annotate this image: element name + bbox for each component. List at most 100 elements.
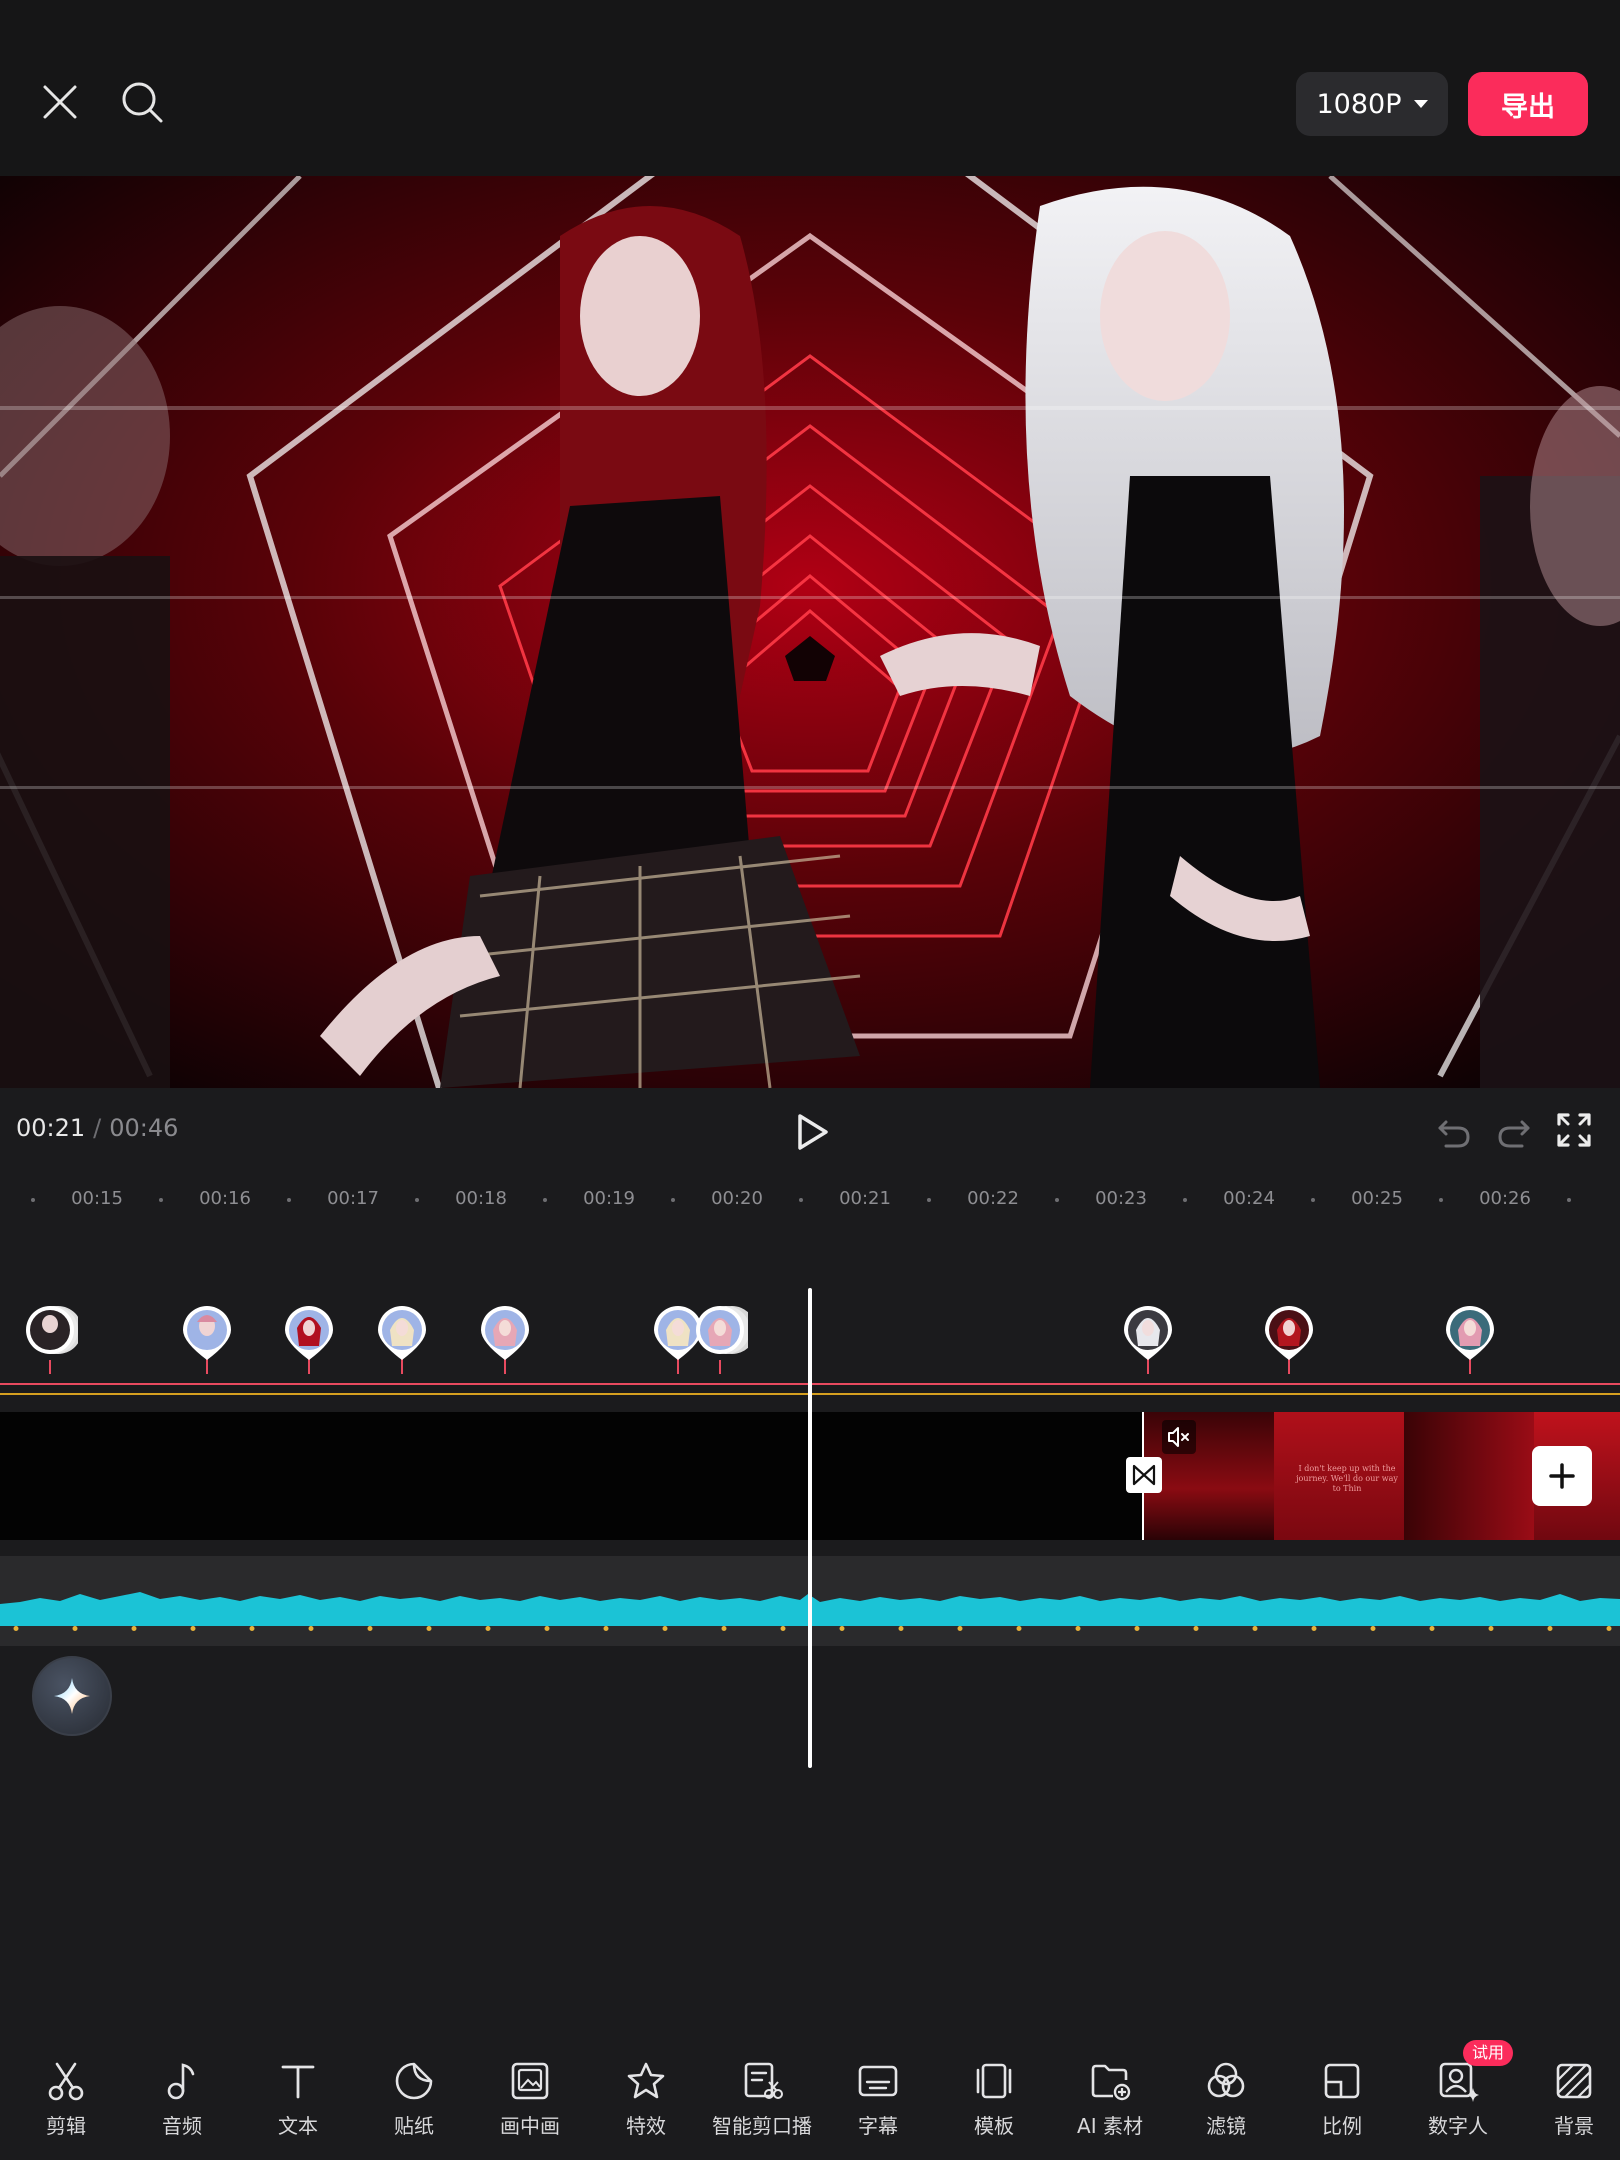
ruler-label: 00:21 (839, 1188, 891, 1209)
beat-point (190, 1626, 196, 1631)
beat-point (1488, 1626, 1494, 1631)
beat-point (1311, 1626, 1317, 1631)
ruler-dot (1311, 1198, 1315, 1202)
ruler-dot (159, 1198, 163, 1202)
ruler-dot (1183, 1198, 1187, 1202)
video-preview[interactable] (0, 176, 1620, 1088)
beat-point (544, 1626, 550, 1631)
sticker-marker[interactable] (1120, 1302, 1176, 1376)
sticker-icon (395, 2062, 433, 2100)
tool-background[interactable]: 背景 (1516, 2060, 1620, 2160)
tool-digital-human[interactable]: 数字人 (1400, 2060, 1516, 2160)
sticker-marker[interactable] (692, 1302, 756, 1376)
beat-point (72, 1626, 78, 1631)
picture-in-picture-icon (511, 2062, 549, 2100)
beat-point (485, 1626, 491, 1631)
ruler-label: 00:18 (455, 1188, 507, 1209)
close-icon[interactable] (30, 72, 90, 132)
ruler-label: 00:26 (1479, 1188, 1531, 1209)
ruler-dot (287, 1198, 291, 1202)
sticker-marker[interactable] (179, 1302, 235, 1376)
tool-label: 画中画 (500, 2114, 560, 2138)
ai-sparkle-button[interactable] (32, 1656, 112, 1736)
scissors-icon (48, 2062, 84, 2101)
ruler-dot (1567, 1198, 1571, 1202)
tool-ai-material[interactable]: AI 素材 (1052, 2060, 1168, 2160)
beat-point (1252, 1626, 1258, 1631)
tool-ratio[interactable]: 比例 (1284, 2060, 1400, 2160)
play-icon[interactable] (790, 1108, 834, 1156)
ruler-label: 00:20 (711, 1188, 763, 1209)
ruler-label: 00:16 (199, 1188, 251, 1209)
tool-label: 数字人 (1428, 2114, 1488, 2138)
ruler-label: 00:23 (1095, 1188, 1147, 1209)
ruler-dot (799, 1198, 803, 1202)
tool-label: 剪辑 (46, 2114, 86, 2138)
tool-filter[interactable]: 滤镜 (1168, 2060, 1284, 2160)
beat-point (1134, 1626, 1140, 1631)
tool-picture-in-picture[interactable]: 画中画 (472, 2060, 588, 2160)
tool-text[interactable]: 文本 (240, 2060, 356, 2160)
tool-label: 音频 (162, 2114, 202, 2138)
playback-controls: 00:21/00:46 (0, 1088, 1620, 1178)
beat-point (603, 1626, 609, 1631)
mute-icon[interactable] (1162, 1420, 1196, 1454)
current-time: 00:21 (16, 1114, 86, 1142)
transition-icon[interactable] (1126, 1457, 1162, 1493)
beat-point (1016, 1626, 1022, 1631)
playhead[interactable] (808, 1288, 812, 1768)
beat-point (1193, 1626, 1199, 1631)
resolution-dropdown[interactable]: 1080P (1296, 72, 1448, 136)
tool-template[interactable]: 模板 (936, 2060, 1052, 2160)
ruler-dot (31, 1198, 35, 1202)
beat-point (1075, 1626, 1081, 1631)
video-editor: 1080P 导出 00:21 / 00:46 00:15 00:16 00:17… (0, 0, 1620, 2160)
tool-edit[interactable]: 剪辑 (8, 2060, 124, 2160)
ruler-dot (1055, 1198, 1059, 1202)
beat-point (839, 1626, 845, 1631)
total-time: 00:46 (109, 1114, 179, 1142)
tool-label: 文本 (278, 2114, 318, 2138)
add-clip-button[interactable] (1532, 1446, 1592, 1506)
sticker-marker[interactable] (1261, 1302, 1317, 1376)
tool-label: 滤镜 (1206, 2114, 1246, 2138)
export-button[interactable]: 导出 (1468, 72, 1588, 136)
tool-subtitle[interactable]: 字幕 (820, 2060, 936, 2160)
time-separator: / (93, 1114, 102, 1142)
ruler-dot (543, 1198, 547, 1202)
ruler-label: 00:24 (1223, 1188, 1275, 1209)
tool-effects[interactable]: 特效 (588, 2060, 704, 2160)
tool-label: 背景 (1554, 2114, 1594, 2138)
beat-point (662, 1626, 668, 1631)
ruler-label: 00:15 (71, 1188, 123, 1209)
redo-icon[interactable] (1494, 1112, 1534, 1152)
beat-point (249, 1626, 255, 1631)
sticker-marker[interactable] (374, 1302, 430, 1376)
sticker-marker[interactable] (1442, 1302, 1498, 1376)
tool-label: AI 素材 (1077, 2114, 1143, 2138)
clip-thumbnail (1404, 1412, 1534, 1540)
ruler-label: 00:19 (583, 1188, 635, 1209)
tool-audio[interactable]: 音频 (124, 2060, 240, 2160)
beat-point (721, 1626, 727, 1631)
tool-smart-cut[interactable]: 智能剪口播 (704, 2060, 820, 2160)
undo-icon[interactable] (1434, 1112, 1474, 1152)
beat-point (367, 1626, 373, 1631)
search-icon[interactable] (110, 70, 174, 134)
tool-label: 智能剪口播 (712, 2114, 812, 2138)
subtitle-icon (858, 2065, 898, 2097)
sticker-marker[interactable] (477, 1302, 533, 1376)
preview-frame-image (0, 176, 1620, 1088)
fullscreen-icon[interactable] (1556, 1112, 1592, 1148)
tool-sticker[interactable]: 贴纸 (356, 2060, 472, 2160)
trial-badge: 试用 (1463, 2040, 1514, 2066)
smart-cut-icon (744, 2062, 783, 2099)
plus-icon (1549, 1463, 1575, 1489)
ruler-label: 00:25 (1351, 1188, 1403, 1209)
sticker-marker[interactable] (281, 1302, 337, 1376)
timeline-ruler[interactable]: 00:15 00:16 00:17 00:18 00:19 00:20 00:2… (0, 1178, 1620, 1226)
ruler-label: 00:22 (967, 1188, 1019, 1209)
sticker-marker[interactable] (22, 1302, 82, 1376)
caret-down-icon (1413, 100, 1428, 108)
beat-point (780, 1626, 786, 1631)
